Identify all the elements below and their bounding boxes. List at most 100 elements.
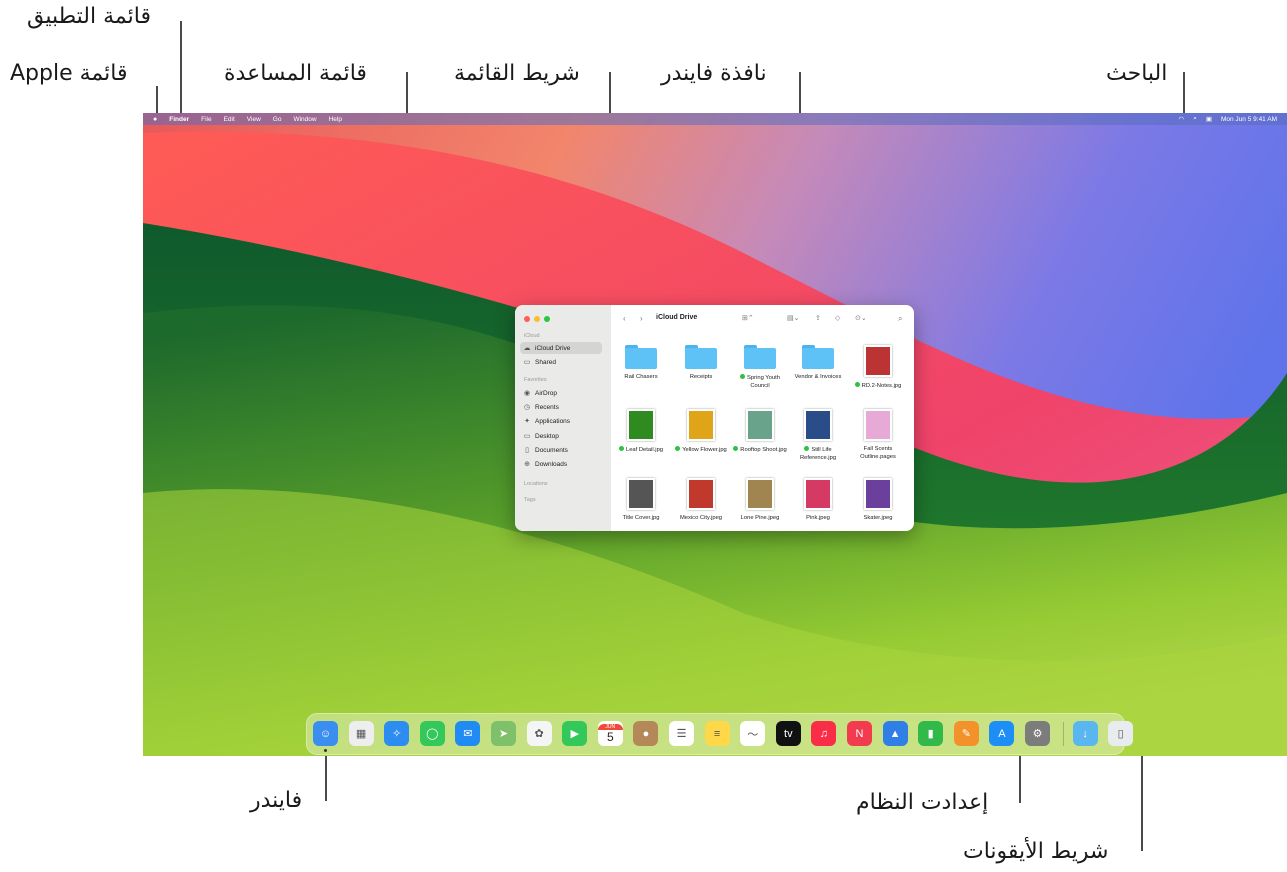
sidebar-item-label: AirDrop — [535, 389, 558, 397]
dock-icon-glyph: ▦ — [355, 728, 367, 740]
messages-icon[interactable]: ◯ — [419, 721, 445, 746]
file-item[interactable]: Still Life Reference.jpg — [790, 409, 846, 462]
sidebar-item-applications[interactable]: ✦ Applications — [520, 415, 602, 427]
file-name: Mexico City.jpeg — [673, 515, 729, 523]
launchpad-icon[interactable]: ▦ — [348, 721, 374, 746]
clock-icon: ◷ — [523, 404, 531, 411]
dock-separator — [1062, 722, 1064, 746]
file-name: Still Life Reference.jpg — [790, 446, 846, 462]
photos-icon[interactable]: ✿ — [526, 721, 552, 746]
file-name-text: Spring Youth Council — [747, 375, 780, 389]
file-name: Vendor & Invoices — [790, 374, 846, 382]
file-item[interactable]: Mexico City.jpeg — [673, 478, 729, 523]
sidebar-item-icloud-drive[interactable]: ☁ iCloud Drive — [520, 342, 602, 354]
share-icon[interactable]: ⇪ — [815, 314, 821, 322]
sidebar-item-airdrop[interactable]: ◉ AirDrop — [520, 387, 602, 399]
calendar-icon[interactable]: JUN 5 — [597, 721, 623, 746]
music-icon[interactable]: ♫ — [811, 721, 837, 746]
menubar-clock[interactable]: Mon Jun 5 9:41 AM — [1221, 116, 1277, 123]
menu-go[interactable]: Go — [273, 116, 282, 123]
control-center-icon[interactable]: ▣ — [1206, 115, 1212, 123]
menu-finder[interactable]: Finder — [169, 116, 189, 123]
pages-icon[interactable]: ✎ — [953, 721, 979, 746]
menu-window[interactable]: Window — [293, 116, 316, 123]
folder-item[interactable]: Receipts — [673, 345, 729, 382]
leader-line-apple-menu — [156, 86, 158, 113]
leader-line-spotlight — [1183, 72, 1185, 116]
sidebar-item-recents[interactable]: ◷ Recents — [520, 401, 602, 413]
file-item[interactable]: Fall Scents Outline.pages — [850, 409, 906, 461]
app-store-icon[interactable]: A — [989, 721, 1015, 746]
sync-status-dot — [618, 446, 624, 451]
sidebar-item-label: Shared — [535, 358, 556, 366]
callout-help-menu: قائمة المساعدة — [224, 61, 367, 86]
image-thumbnail — [687, 478, 715, 510]
maps-icon[interactable]: ➤ — [491, 721, 516, 746]
notes-icon[interactable]: ≡ — [704, 721, 730, 746]
view-mode-icon[interactable]: ⊞⌃ — [742, 314, 754, 322]
downloads-folder-icon[interactable]: ↓ — [1072, 721, 1098, 746]
back-arrow-icon[interactable]: ‹ — [623, 314, 626, 323]
keynote-icon[interactable]: ▲ — [882, 721, 908, 746]
safari-icon[interactable]: ✧ — [384, 721, 410, 746]
zoom-button[interactable] — [544, 316, 550, 322]
dock-icon-glyph: ▶ — [570, 728, 579, 740]
document-icon: ▯ — [525, 447, 529, 454]
search-icon[interactable]: ⌕ — [898, 314, 902, 324]
menu-edit[interactable]: Edit — [224, 116, 235, 123]
facetime-icon[interactable]: ▶ — [562, 721, 588, 746]
sidebar-item-shared[interactable]: ▭ Shared — [520, 356, 602, 368]
desktop-icon: ▭ — [523, 433, 531, 440]
news-icon[interactable]: N — [847, 721, 872, 746]
reminders-icon[interactable]: ☰ — [669, 721, 694, 746]
file-name-text: Fall Scents Outline.pages — [860, 446, 896, 460]
file-item[interactable]: RD.2-Notes.jpg — [850, 345, 906, 391]
apple-menu-icon[interactable]: ● — [153, 116, 157, 123]
dock-icon-glyph: ☺ — [319, 727, 332, 740]
wifi-icon[interactable]: ◠ — [1179, 115, 1185, 123]
dock-icon-glyph: ● — [642, 727, 650, 740]
system-settings-icon[interactable]: ⚙ — [1025, 721, 1050, 746]
forward-arrow-icon[interactable]: › — [640, 314, 643, 323]
contacts-icon[interactable]: ● — [633, 721, 659, 746]
minimize-button[interactable] — [534, 316, 540, 322]
sidebar-item-downloads[interactable]: ⊕ Downloads — [520, 458, 602, 470]
sidebar-item-documents[interactable]: ▯ Documents — [520, 444, 602, 456]
tag-icon[interactable]: ◇ — [835, 314, 840, 322]
sidebar-item-desktop[interactable]: ▭ Desktop — [520, 430, 602, 442]
close-button[interactable] — [524, 316, 530, 322]
file-item[interactable]: Lone Pine.jpeg — [732, 478, 788, 523]
file-name: Pink.jpeg — [790, 515, 846, 523]
file-item[interactable]: Title Cover.jpg — [613, 478, 669, 523]
numbers-icon[interactable]: ▮ — [918, 721, 944, 746]
group-icon[interactable]: ▤⌄ — [787, 314, 799, 322]
folder-item[interactable]: Spring Youth Council — [732, 345, 788, 390]
file-item[interactable]: Leaf Detail.jpg — [613, 409, 669, 455]
image-thumbnail — [627, 409, 655, 441]
file-name: Fall Scents Outline.pages — [850, 446, 906, 461]
shared-folder-icon: ▭ — [523, 359, 531, 366]
apple-tv-icon[interactable]: tv — [775, 721, 801, 746]
file-item[interactable]: Yellow Flower.jpg — [673, 409, 729, 455]
dock-icon-glyph: ▮ — [927, 728, 934, 740]
mail-icon[interactable]: ✉ — [455, 721, 481, 746]
menu-help[interactable]: Help — [329, 116, 342, 123]
file-item[interactable]: Rooftop Shoot.jpg — [732, 409, 788, 455]
spotlight-search-icon[interactable]: ⌕ — [1193, 115, 1197, 123]
more-actions-icon[interactable]: ⊙⌄ — [855, 314, 867, 322]
file-name-text: Lone Pine.jpeg — [740, 515, 780, 521]
trash-icon[interactable]: ▯ — [1108, 721, 1134, 746]
sidebar-header-icloud: iCloud — [524, 333, 540, 339]
folder-item[interactable]: Rail Chasers — [613, 345, 669, 382]
file-name: Receipts — [673, 374, 729, 382]
finder-icon[interactable]: ☺ — [313, 721, 338, 746]
menu-file[interactable]: File — [201, 116, 211, 123]
file-item[interactable]: Pink.jpeg — [790, 478, 846, 523]
file-name-text: Receipts — [689, 374, 713, 380]
menu-view[interactable]: View — [247, 116, 261, 123]
freeform-icon[interactable]: 〜 — [740, 721, 766, 746]
file-name: Rail Chasers — [613, 374, 669, 382]
file-item[interactable]: Skater.jpeg — [850, 478, 906, 523]
folder-icon — [685, 345, 717, 369]
folder-item[interactable]: Vendor & Invoices — [790, 345, 846, 382]
